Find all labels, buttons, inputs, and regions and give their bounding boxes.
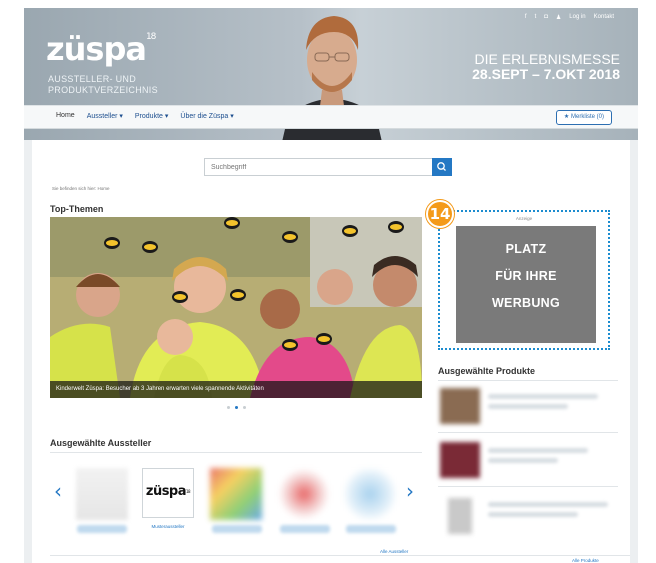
main-navigation: Home Aussteller ▾ Produkte ▾ Über die Zü… — [24, 105, 638, 129]
chevron-down-icon: ▾ — [230, 113, 234, 120]
exhibitor-logo-blurred[interactable] — [278, 468, 330, 520]
contact-link[interactable]: Kontakt — [594, 14, 614, 21]
nav-item-exhibitors[interactable]: Aussteller ▾ — [87, 112, 123, 120]
product-title-blurred — [488, 448, 588, 453]
chevron-down-icon: ▾ — [119, 113, 123, 120]
slider-dot[interactable] — [242, 406, 246, 409]
ad-placeholder-frame: Anzeige PLATZ FÜR IHRE WERBUNG — [438, 210, 610, 350]
products-heading: Ausgewählte Produkte — [438, 366, 536, 376]
exhibitor-name[interactable]: Musteraussteller — [142, 524, 194, 529]
ad-number-badge: 14 — [426, 200, 454, 228]
product-thumbnail[interactable] — [440, 442, 480, 478]
website: züspa18 AUSSTELLER- UND PRODUKTVERZEICHN… — [24, 8, 638, 563]
breadcrumb: Sie befinden sich hier: Home — [52, 186, 110, 191]
exhibitor-logo-sup: 18 — [186, 489, 191, 494]
carousel-next-arrow-icon[interactable]: › — [406, 479, 414, 503]
product-title-blurred — [488, 502, 608, 507]
kids-photo — [50, 217, 422, 398]
twitter-icon[interactable]: t — [535, 14, 537, 21]
logo-text: züspa — [46, 30, 147, 68]
divider — [50, 452, 422, 453]
product-text-blurred — [488, 512, 578, 517]
product-text-blurred — [488, 458, 558, 463]
nav-item-about-label: Über die Züspa — [180, 113, 229, 120]
search-input[interactable] — [205, 159, 435, 175]
top-themes-heading: Top-Themen — [50, 204, 104, 214]
main-content: Sie befinden sich hier: Home Top-Themen — [32, 140, 630, 563]
product-title-blurred — [488, 394, 598, 399]
exhibitor-name-blurred — [280, 525, 330, 533]
nav-item-about[interactable]: Über die Züspa ▾ — [180, 112, 233, 120]
nav-item-exhibitors-label: Aussteller — [86, 113, 118, 120]
exhibitor-logo-blurred[interactable] — [210, 468, 262, 520]
claim-dates: 28.SEPT – 7.OKT 2018 — [472, 66, 620, 82]
divider — [50, 555, 630, 556]
exhibitor-logo-blurred[interactable] — [344, 468, 396, 520]
fair-claim: DIE ERLEBNISMESSE 28.SEPT – 7.OKT 2018 — [472, 52, 620, 82]
divider — [438, 486, 618, 487]
nav-item-home[interactable]: Home — [56, 112, 75, 120]
top-themes-slider[interactable]: Kinderwelt Züspa: Besucher ab 3 Jahren e… — [50, 217, 422, 398]
utility-bar: f t ◘ ♟ Log in Kontakt — [525, 14, 614, 21]
chevron-down-icon: ▾ — [164, 113, 169, 120]
ad-label: Anzeige — [515, 216, 533, 221]
exhibitors-heading: Ausgewählte Aussteller — [50, 438, 152, 448]
product-text-blurred — [488, 404, 568, 409]
logo-subtitle-line2: PRODUKTVERZEICHNIS — [48, 85, 158, 95]
slider-dot[interactable] — [226, 406, 230, 409]
ad-line2: FÜR IHRE — [495, 269, 557, 283]
exhibitor-name-blurred — [77, 525, 127, 533]
star-icon: ★ — [563, 114, 570, 120]
watchlist-button[interactable]: ★ Merkliste (0) — [555, 110, 612, 125]
claim-line1: DIE ERLEBNISMESSE — [474, 51, 621, 67]
login-link[interactable]: Log in — [569, 14, 585, 21]
exhibitor-logo-text: züspa — [145, 484, 187, 499]
instagram-icon[interactable]: ◘ — [544, 14, 548, 21]
slider-caption: Kinderwelt Züspa: Besucher ab 3 Jahren e… — [50, 381, 422, 398]
search-bar — [204, 158, 452, 176]
search-button[interactable] — [432, 158, 452, 176]
exhibitor-logo-zuspa[interactable]: züspa18 — [142, 468, 194, 518]
all-products-link[interactable]: Alle Produkte — [572, 558, 599, 563]
nav-item-products-label: Produkte — [134, 113, 163, 120]
divider — [438, 432, 618, 433]
logo-subtitle-line1: AUSSTELLER- UND — [48, 74, 137, 84]
slider-dots — [50, 406, 422, 409]
search-icon — [437, 162, 446, 171]
nav-item-products[interactable]: Produkte ▾ — [135, 112, 169, 120]
all-exhibitors-link[interactable]: Alle Aussteller — [380, 549, 408, 554]
ad-banner[interactable]: PLATZ FÜR IHRE WERBUNG — [456, 226, 596, 343]
logo-sup: 18 — [145, 32, 157, 42]
slider-dot-active[interactable] — [234, 406, 238, 409]
product-thumbnail[interactable] — [440, 388, 480, 424]
divider — [438, 380, 618, 381]
ad-line1: PLATZ — [505, 242, 547, 256]
exhibitor-name-blurred — [346, 525, 396, 533]
watchlist-label: Merkliste (0) — [570, 114, 604, 120]
ad-line3: WERBUNG — [491, 296, 561, 310]
exhibitor-name-blurred — [212, 525, 262, 533]
product-thumbnail[interactable] — [448, 498, 472, 534]
logo[interactable]: züspa18 — [46, 30, 157, 68]
page-frame: züspa18 AUSSTELLER- UND PRODUKTVERZEICHN… — [0, 0, 656, 563]
carousel-prev-arrow-icon[interactable]: ‹ — [54, 479, 62, 503]
exhibitor-logo-blurred[interactable] — [76, 468, 128, 520]
user-icon: ♟ — [555, 15, 562, 21]
logo-subtitle: AUSSTELLER- UND PRODUKTVERZEICHNIS — [48, 74, 158, 96]
facebook-icon[interactable]: f — [525, 14, 527, 21]
